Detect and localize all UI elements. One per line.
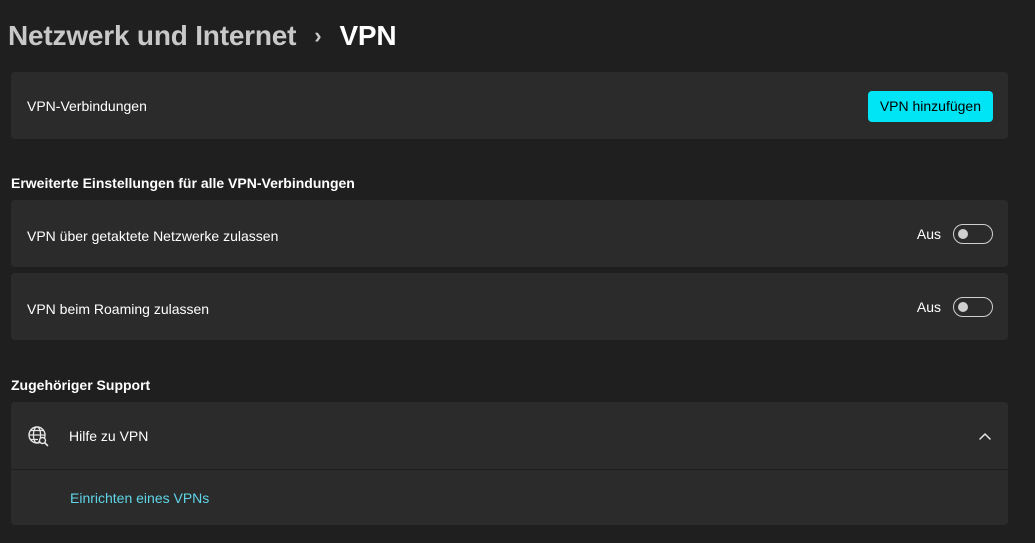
metered-networks-toggle[interactable] (953, 224, 993, 244)
roaming-toggle[interactable] (953, 297, 993, 317)
help-vpn-label: Hilfe zu VPN (69, 428, 149, 444)
toggle-knob (958, 229, 968, 239)
chevron-up-icon[interactable] (978, 429, 992, 443)
help-vpn-expander: Hilfe zu VPN Einrichten eines VPNs (11, 402, 1008, 525)
vpn-connections-label: VPN-Verbindungen (27, 98, 147, 114)
metered-networks-state-text: Aus (916, 226, 941, 242)
divider (11, 469, 1008, 470)
vpn-connections-card: VPN-Verbindungen VPN hinzufügen (11, 72, 1008, 139)
toggle-knob (958, 302, 968, 312)
breadcrumb-separator-icon: › (314, 23, 322, 48)
globe-search-icon (28, 426, 49, 447)
advanced-settings-heading: Erweiterte Einstellungen für alle VPN-Ve… (11, 175, 355, 191)
vpn-settings-page: Netzwerk und Internet › VPN VPN-Verbindu… (0, 0, 1035, 543)
add-vpn-button[interactable]: VPN hinzufügen (867, 91, 993, 122)
setup-vpn-link[interactable]: Einrichten eines VPNs (70, 490, 209, 506)
help-vpn-header[interactable]: Hilfe zu VPN (11, 402, 1008, 469)
roaming-state-text: Aus (916, 299, 941, 315)
roaming-setting: VPN beim Roaming zulassen Aus (11, 273, 1008, 340)
metered-networks-setting: VPN über getaktete Netzwerke zulassen Au… (11, 200, 1008, 267)
roaming-label: VPN beim Roaming zulassen (27, 301, 210, 317)
breadcrumb-parent-network-internet[interactable]: Netzwerk und Internet (8, 20, 296, 52)
roaming-toggle-group: Aus (917, 297, 993, 317)
metered-networks-toggle-group: Aus (917, 224, 993, 244)
page-title: VPN (339, 20, 397, 51)
breadcrumb: Netzwerk und Internet › VPN (8, 16, 397, 56)
metered-networks-label: VPN über getaktete Netzwerke zulassen (27, 228, 279, 244)
related-support-heading: Zugehöriger Support (11, 377, 151, 393)
